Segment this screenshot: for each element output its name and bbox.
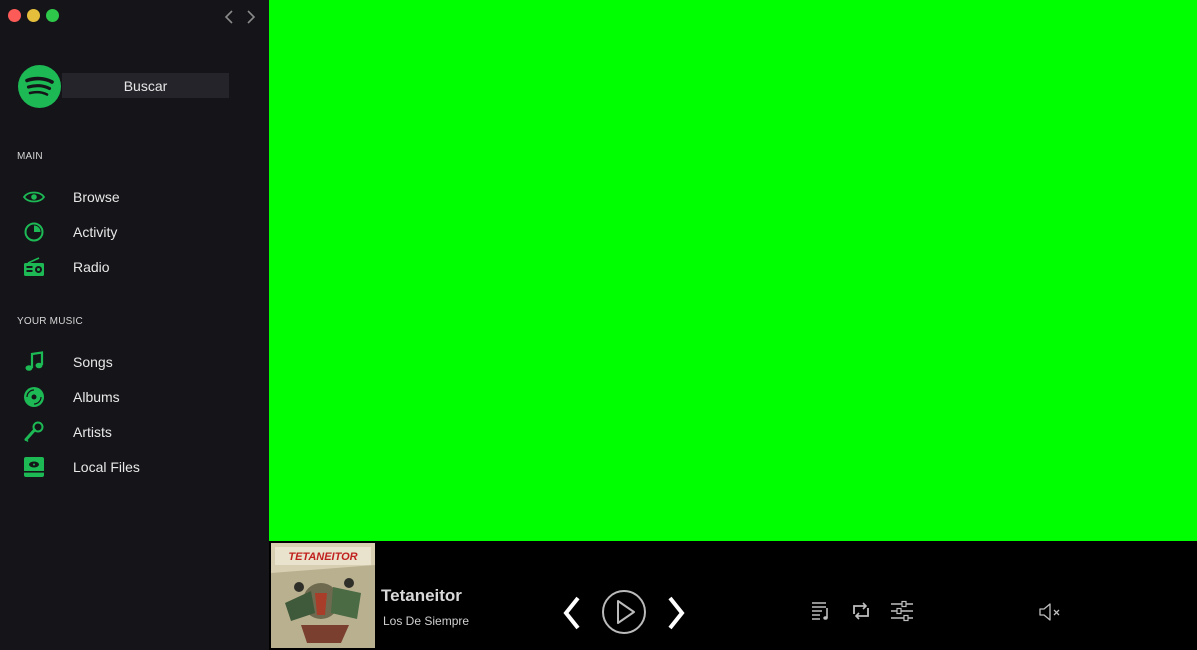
sidebar-item-radio[interactable]: Radio <box>22 252 252 282</box>
sidebar-item-artists[interactable]: Artists <box>22 417 252 447</box>
main-content <box>269 0 1197 541</box>
pie-chart-icon <box>22 220 46 244</box>
speaker-muted-icon <box>1039 603 1060 621</box>
mute-button[interactable] <box>1037 600 1063 624</box>
sidebar-item-label: Radio <box>73 259 110 275</box>
track-artist[interactable]: Los De Siempre <box>383 614 469 628</box>
hard-drive-icon <box>22 455 46 479</box>
queue-list-icon <box>812 602 828 620</box>
sidebar-item-label: Activity <box>73 224 118 240</box>
window-controls <box>8 9 59 22</box>
next-track-button[interactable] <box>663 593 689 633</box>
sidebar-item-songs[interactable]: Songs <box>22 347 252 377</box>
sidebar-item-label: Browse <box>73 189 120 205</box>
album-art-image: TETANEITOR <box>271 543 375 648</box>
forward-button[interactable] <box>243 8 259 26</box>
sidebar: MAIN Browse Activity Radio YOUR MUSIC So… <box>0 0 269 650</box>
chevron-right-icon <box>247 10 256 24</box>
sliders-icon <box>891 600 913 622</box>
section-title-your-music: YOUR MUSIC <box>17 316 83 327</box>
queue-button[interactable] <box>809 599 833 623</box>
cover-title: TETANEITOR <box>288 551 357 563</box>
repeat-icon <box>853 602 869 620</box>
disc-icon <box>22 385 46 409</box>
close-window-button[interactable] <box>8 9 21 22</box>
equalizer-button[interactable] <box>889 599 915 623</box>
sidebar-item-local-files[interactable]: Local Files <box>22 452 252 482</box>
player-bar: TETANEITOR Tetaneitor Los De Siempre <box>269 541 1197 650</box>
sidebar-item-browse[interactable]: Browse <box>22 182 252 212</box>
chevron-right-icon <box>668 596 685 630</box>
album-cover[interactable]: TETANEITOR <box>271 543 375 648</box>
eye-icon <box>22 185 46 209</box>
maximize-window-button[interactable] <box>46 9 59 22</box>
previous-track-button[interactable] <box>559 593 585 633</box>
sidebar-item-label: Artists <box>73 424 112 440</box>
radio-icon <box>22 255 46 279</box>
chevron-left-icon <box>563 596 580 630</box>
track-title[interactable]: Tetaneitor <box>381 586 462 606</box>
back-button[interactable] <box>221 8 237 26</box>
sidebar-item-albums[interactable]: Albums <box>22 382 252 412</box>
play-button[interactable] <box>601 589 647 635</box>
section-title-main: MAIN <box>17 151 43 162</box>
spotify-logo-icon[interactable] <box>18 65 61 108</box>
music-note-icon <box>22 350 46 374</box>
history-nav <box>221 8 259 26</box>
sidebar-item-label: Songs <box>73 354 113 370</box>
sidebar-item-activity[interactable]: Activity <box>22 217 252 247</box>
sidebar-item-label: Albums <box>73 389 120 405</box>
play-icon <box>602 590 646 634</box>
minimize-window-button[interactable] <box>27 9 40 22</box>
chevron-left-icon <box>224 10 233 24</box>
search-input[interactable] <box>62 73 229 98</box>
sidebar-item-label: Local Files <box>73 459 140 475</box>
repeat-button[interactable] <box>849 599 873 623</box>
microphone-icon <box>22 420 46 444</box>
